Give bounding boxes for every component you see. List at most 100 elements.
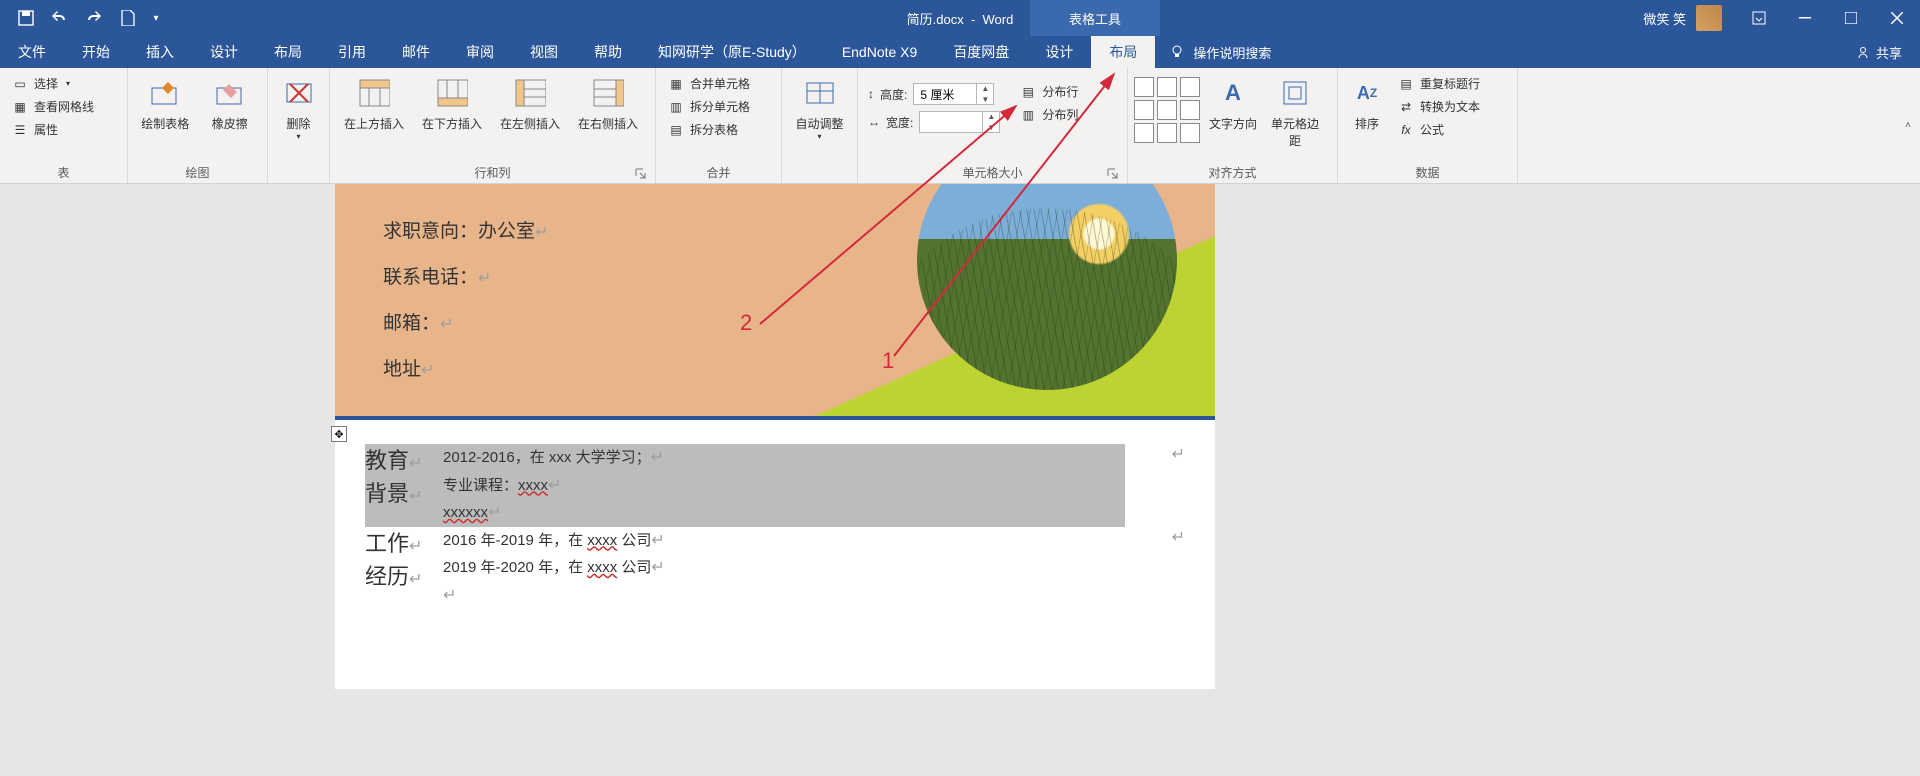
tab-cnki[interactable]: 知网研学（原E-Study） — [640, 36, 824, 68]
distribute-cols-button[interactable]: ▥分布列 — [1014, 104, 1084, 125]
section-content-cell[interactable]: 2012-2016，在 xxx 大学学习；↵ 专业课程：xxxx↵ xxxxxx… — [437, 444, 1125, 527]
tab-review[interactable]: 审阅 — [448, 36, 512, 68]
document-canvas[interactable]: 求职意向：办公室↵ 联系电话：↵ 邮箱：↵ 地址↵ ✥ 教育↵ 背景↵ 2012… — [0, 184, 1920, 776]
text-direction-button[interactable]: A文字方向 — [1202, 71, 1264, 132]
section-title-cell[interactable]: 工作↵ 经历↵ — [365, 527, 437, 610]
sort-button[interactable]: AZ排序 — [1344, 71, 1390, 132]
cell-margins-button[interactable]: 单元格边距 — [1266, 71, 1324, 149]
share-button[interactable]: 共享 — [1856, 36, 1902, 68]
annotation-2: 2 — [740, 310, 752, 336]
tab-table-layout[interactable]: 布局 — [1091, 36, 1155, 68]
distribute-rows-button[interactable]: ▤分布行 — [1014, 81, 1084, 102]
window-title: 简历.docx - Word — [907, 9, 1014, 28]
ribbon-display-button[interactable] — [1736, 0, 1782, 36]
draw-table-button[interactable]: 绘制表格 — [134, 71, 197, 132]
tab-design[interactable]: 设计 — [192, 36, 256, 68]
maximize-button[interactable] — [1828, 0, 1874, 36]
align-tr[interactable] — [1180, 77, 1200, 97]
minimize-button[interactable] — [1782, 0, 1828, 36]
quick-access-toolbar: ▾ — [0, 4, 166, 32]
repeat-header-button[interactable]: ▤重复标题行 — [1392, 73, 1486, 94]
width-spinner[interactable]: ▲▼ — [919, 111, 1000, 133]
cursor-icon: ▭ — [12, 76, 28, 92]
height-input[interactable] — [914, 87, 976, 101]
collapse-ribbon-button[interactable]: ˄ — [1896, 68, 1920, 183]
close-button[interactable] — [1874, 0, 1920, 36]
gridlines-label: 查看网格线 — [34, 98, 94, 115]
tab-home[interactable]: 开始 — [64, 36, 128, 68]
address-line[interactable]: 地址↵ — [383, 354, 434, 381]
height-up[interactable]: ▲ — [977, 83, 993, 94]
delete-button[interactable]: 删除▾ — [274, 71, 323, 141]
align-mc[interactable] — [1157, 100, 1177, 120]
section-title-cell[interactable]: 教育↵ 背景↵ — [365, 444, 437, 527]
eraser-button[interactable]: 橡皮擦 — [199, 71, 262, 132]
align-mr[interactable] — [1180, 100, 1200, 120]
select-button[interactable]: ▭选择▾ — [6, 73, 100, 94]
align-tc[interactable] — [1157, 77, 1177, 97]
phone-line[interactable]: 联系电话：↵ — [383, 262, 491, 289]
merge-icon: ▦ — [668, 76, 684, 92]
insert-right-icon — [592, 77, 624, 109]
height-down[interactable]: ▼ — [977, 94, 993, 105]
convert-to-text-button[interactable]: ⇄转换为文本 — [1392, 96, 1486, 117]
formula-icon: fx — [1398, 122, 1414, 138]
tell-me-label: 操作说明搜索 — [1193, 43, 1271, 62]
save-button[interactable] — [10, 4, 42, 32]
split-table-button[interactable]: ▤拆分表格 — [662, 119, 756, 140]
insert-above-button[interactable]: 在上方插入 — [336, 71, 412, 132]
tab-view[interactable]: 视图 — [512, 36, 576, 68]
insert-below-button[interactable]: 在下方插入 — [414, 71, 490, 132]
group-label-draw: 绘图 — [134, 163, 261, 183]
tab-file[interactable]: 文件 — [0, 36, 64, 68]
tab-references[interactable]: 引用 — [320, 36, 384, 68]
tab-table-design[interactable]: 设计 — [1027, 36, 1091, 68]
table-row[interactable]: 教育↵ 背景↵ 2012-2016，在 xxx 大学学习；↵ 专业课程：xxxx… — [365, 444, 1185, 527]
align-tl[interactable] — [1134, 77, 1154, 97]
title-bar: ▾ 简历.docx - Word 表格工具 微笑 笑 — [0, 0, 1920, 36]
redo-button[interactable] — [78, 4, 110, 32]
split-table-icon: ▤ — [668, 122, 684, 138]
properties-button[interactable]: ☰属性 — [6, 119, 100, 140]
merge-cells-button[interactable]: ▦合并单元格 — [662, 73, 756, 94]
autofit-button[interactable]: 自动调整▾ — [788, 71, 851, 141]
tab-baidu[interactable]: 百度网盘 — [935, 36, 1027, 68]
insert-left-button[interactable]: 在左侧插入 — [492, 71, 568, 132]
intent-line[interactable]: 求职意向：办公室↵ — [383, 216, 548, 243]
doc-title: 简历.docx — [907, 12, 964, 27]
user-avatar[interactable] — [1696, 5, 1722, 31]
width-down[interactable]: ▼ — [983, 122, 999, 133]
dialog-launcher-icon[interactable] — [1107, 168, 1119, 180]
user-name[interactable]: 微笑 笑 — [1643, 9, 1686, 28]
tab-endnote[interactable]: EndNote X9 — [824, 36, 936, 68]
tab-insert[interactable]: 插入 — [128, 36, 192, 68]
view-gridlines-button[interactable]: ▦查看网格线 — [6, 96, 100, 117]
email-line[interactable]: 邮箱：↵ — [383, 308, 453, 335]
tab-mailings[interactable]: 邮件 — [384, 36, 448, 68]
tab-help[interactable]: 帮助 — [576, 36, 640, 68]
align-bc[interactable] — [1157, 123, 1177, 143]
dialog-launcher-icon[interactable] — [635, 168, 647, 180]
undo-button[interactable] — [44, 4, 76, 32]
align-br[interactable] — [1180, 123, 1200, 143]
align-bl[interactable] — [1134, 123, 1154, 143]
new-doc-button[interactable] — [112, 4, 144, 32]
height-spinner[interactable]: ▲▼ — [913, 83, 994, 105]
insert-right-button[interactable]: 在右侧插入 — [570, 71, 646, 132]
resume-header: 求职意向：办公室↵ 联系电话：↵ 邮箱：↵ 地址↵ — [335, 184, 1215, 416]
formula-button[interactable]: fx公式 — [1392, 119, 1486, 140]
width-input[interactable] — [920, 115, 982, 129]
section-content-cell[interactable]: 2016 年-2019 年，在 xxxx 公司↵ 2019 年-2020 年，在… — [437, 527, 1125, 610]
tab-layout[interactable]: 布局 — [256, 36, 320, 68]
pencil-icon — [149, 77, 181, 109]
table-move-handle[interactable]: ✥ — [331, 426, 347, 442]
select-label: 选择 — [34, 75, 58, 92]
share-icon — [1856, 45, 1870, 59]
split-cells-button[interactable]: ▥拆分单元格 — [662, 96, 756, 117]
align-ml[interactable] — [1134, 100, 1154, 120]
group-label-cellsize: 单元格大小 — [864, 163, 1121, 183]
qat-customize-button[interactable]: ▾ — [146, 4, 166, 32]
tell-me[interactable]: 操作说明搜索 — [1169, 36, 1271, 68]
width-up[interactable]: ▲ — [983, 111, 999, 122]
table-row[interactable]: 工作↵ 经历↵ 2016 年-2019 年，在 xxxx 公司↵ 2019 年-… — [365, 527, 1185, 610]
